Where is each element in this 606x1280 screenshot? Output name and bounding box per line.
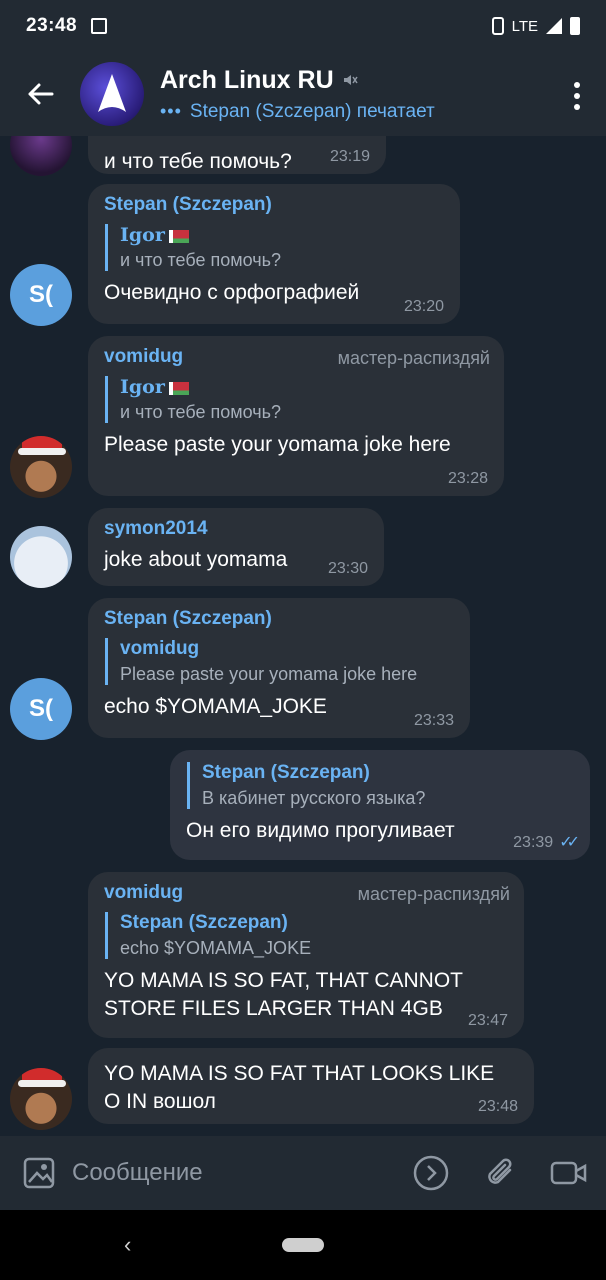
message-composer: Сообщение bbox=[0, 1136, 606, 1210]
message-time: 23:30 bbox=[327, 560, 368, 577]
message-text-line: YO MAMA IS SO FAT, THAT CANNOT bbox=[104, 969, 463, 992]
message-bubble[interactable]: vomidug мастер-распиздяй Igor и что тебе… bbox=[88, 336, 504, 496]
avatar[interactable] bbox=[10, 1068, 72, 1130]
message-list[interactable]: и что тебе помочь? 23:19 S( Stepan (Szcz… bbox=[0, 136, 606, 1136]
reply-text: В кабинет русского языка? bbox=[202, 788, 426, 808]
video-message-icon[interactable] bbox=[550, 1159, 588, 1187]
avatar[interactable] bbox=[10, 526, 72, 588]
message-bubble[interactable]: vomidug мастер-распиздяй Stepan (Szczepa… bbox=[88, 872, 524, 1038]
reply-name: Stepan (Szczepan) bbox=[202, 762, 370, 783]
reply-text: и что тебе помочь? bbox=[120, 402, 281, 422]
message-time: 23:39 ✓✓ bbox=[513, 832, 580, 852]
message-text: echo $YOMAMA_JOKE bbox=[104, 695, 327, 718]
reply-text: и что тебе помочь? bbox=[120, 250, 281, 270]
chat-info[interactable]: Arch Linux RU ••• Stepan (Szczepan) печа… bbox=[160, 66, 435, 123]
message-text-line: YO MAMA IS SO FAT THAT LOOKS LIKE bbox=[104, 1062, 495, 1085]
vibrate-icon bbox=[491, 17, 504, 35]
message-text: Очевидно с орфографией bbox=[104, 281, 360, 304]
message-time: 23:19 bbox=[329, 148, 370, 165]
sender-name[interactable]: symon2014 bbox=[104, 518, 368, 540]
reply-preview[interactable]: Igor и что тебе помочь? bbox=[105, 224, 444, 271]
muted-icon bbox=[343, 75, 358, 85]
typing-indicator-icon: ••• bbox=[160, 101, 182, 121]
nav-back-icon[interactable]: ‹ bbox=[124, 1232, 131, 1258]
reply-name: Stepan (Szczepan) bbox=[120, 912, 288, 933]
message-time: 23:48 bbox=[477, 1098, 518, 1115]
gallery-icon[interactable] bbox=[22, 1156, 56, 1190]
reply-name: Igor bbox=[120, 376, 165, 398]
message-bubble[interactable]: Stepan (Szczepan) Igor и что тебе помочь… bbox=[88, 184, 460, 324]
reply-preview[interactable]: vomidug Please paste your yomama joke he… bbox=[105, 638, 454, 685]
reply-text: echo $YOMAMA_JOKE bbox=[120, 938, 312, 958]
admin-title: мастер-распиздяй bbox=[357, 884, 510, 904]
gallery-notification-icon bbox=[91, 18, 108, 34]
status-time: 23:48 bbox=[26, 15, 78, 36]
sender-name[interactable]: Stepan (Szczepan) bbox=[104, 608, 454, 630]
message-time: 23:47 bbox=[467, 1012, 508, 1029]
avatar[interactable]: S( bbox=[10, 678, 72, 740]
message-bubble[interactable]: и что тебе помочь? 23:19 bbox=[88, 136, 386, 174]
reply-preview[interactable]: Stepan (Szczepan) echo $YOMAMA_JOKE bbox=[105, 912, 508, 959]
message-time: 23:33 bbox=[413, 712, 454, 729]
read-checks-icon: ✓✓ bbox=[559, 834, 580, 851]
reply-name: Igor bbox=[120, 224, 165, 246]
status-bar: 23:48 LTE bbox=[0, 0, 606, 52]
admin-title: мастер-распиздяй bbox=[337, 348, 490, 368]
message-bubble[interactable]: symon2014 joke about yomama 23:30 bbox=[88, 508, 384, 586]
flag-icon bbox=[168, 229, 189, 243]
avatar[interactable]: S( bbox=[10, 264, 72, 326]
reply-text: Please paste your yomama joke here bbox=[120, 664, 418, 684]
message-text: Please paste your yomama joke here bbox=[104, 433, 451, 456]
message-text-line: STORE FILES LARGER THAN 4GB bbox=[104, 997, 443, 1020]
avatar-initials: S( bbox=[29, 281, 53, 308]
signal-icon bbox=[546, 18, 562, 34]
message-bubble[interactable]: Stepan (Szczepan) vomidug Please paste y… bbox=[88, 598, 470, 738]
network-type: LTE bbox=[511, 17, 538, 35]
battery-icon bbox=[570, 17, 580, 35]
avatar[interactable] bbox=[10, 436, 72, 498]
message-time-value: 23:39 bbox=[513, 834, 554, 851]
status-indicators: LTE bbox=[491, 17, 580, 35]
arch-logo-icon bbox=[98, 74, 126, 112]
back-button[interactable] bbox=[0, 52, 80, 136]
avatar[interactable] bbox=[10, 136, 72, 176]
chat-header: Arch Linux RU ••• Stepan (Szczepan) печа… bbox=[0, 52, 606, 136]
typing-status: Stepan (Szczepan) печатает bbox=[189, 100, 435, 122]
avatar-initials: S( bbox=[29, 695, 53, 722]
nav-home-pill[interactable] bbox=[282, 1238, 324, 1252]
bot-commands-icon[interactable] bbox=[412, 1154, 450, 1192]
message-input[interactable]: Сообщение bbox=[72, 1159, 203, 1187]
arrow-left-icon bbox=[28, 83, 54, 105]
attach-icon[interactable] bbox=[484, 1154, 518, 1192]
more-menu-icon[interactable] bbox=[574, 82, 580, 110]
reply-preview[interactable]: Stepan (Szczepan) В кабинет русского язы… bbox=[187, 762, 574, 809]
sender-name[interactable]: Stepan (Szczepan) bbox=[104, 194, 444, 216]
group-avatar[interactable] bbox=[80, 62, 144, 126]
reply-name: vomidug bbox=[120, 638, 200, 659]
message-time: 23:28 bbox=[447, 470, 488, 487]
chat-title: Arch Linux RU bbox=[160, 65, 334, 94]
reply-preview[interactable]: Igor и что тебе помочь? bbox=[105, 376, 488, 423]
message-time: 23:20 bbox=[403, 298, 444, 315]
message-bubble-outgoing[interactable]: Stepan (Szczepan) В кабинет русского язы… bbox=[170, 750, 590, 860]
flag-icon bbox=[168, 381, 189, 395]
message-text-line: O IN вошол bbox=[104, 1090, 216, 1113]
system-nav-bar: ‹ bbox=[0, 1210, 606, 1280]
message-bubble[interactable]: YO MAMA IS SO FAT THAT LOOKS LIKE O IN в… bbox=[88, 1048, 534, 1124]
